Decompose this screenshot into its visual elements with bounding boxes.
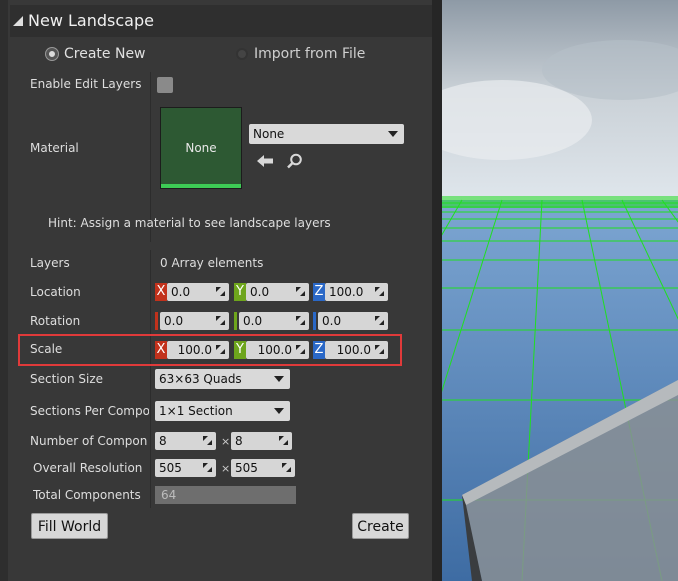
- location-y-axis-label: Y: [234, 283, 246, 301]
- material-thumbnail-text: None: [185, 141, 217, 155]
- location-y-input[interactable]: 0.0: [246, 283, 309, 301]
- times-sign: ×: [221, 462, 231, 475]
- create-new-radio[interactable]: Create New: [46, 46, 146, 62]
- section-title: New Landscape: [28, 11, 154, 30]
- chevron-down-icon: [274, 376, 284, 382]
- material-dropdown-value: None: [253, 127, 285, 141]
- drag-handle-icon: [216, 287, 225, 296]
- collapse-triangle-icon[interactable]: [13, 16, 23, 26]
- use-selected-arrow-icon[interactable]: [256, 153, 274, 169]
- location-x-axis-label: X: [155, 283, 167, 301]
- sections-per-component-dropdown[interactable]: 1×1 Section: [155, 401, 290, 421]
- location-z-axis-label: Z: [313, 283, 325, 301]
- drag-handle-icon: [282, 463, 291, 472]
- layers-value: 0 Array elements: [160, 256, 264, 270]
- rotation-y-value: 0.0: [243, 314, 263, 328]
- radio-unselected-icon: [236, 48, 248, 60]
- drag-handle-icon: [375, 316, 384, 325]
- radio-selected-icon: [46, 48, 58, 60]
- total-components-value: 64: [155, 486, 296, 504]
- rotation-label: Rotation: [30, 314, 81, 328]
- location-x-value: 0.0: [171, 285, 191, 299]
- material-dropdown[interactable]: None: [249, 124, 404, 144]
- resolution-y-value: 505: [235, 461, 258, 475]
- section-size-dropdown[interactable]: 63×63 Quads: [155, 369, 290, 389]
- number-of-components-x-input[interactable]: 8: [155, 432, 216, 450]
- rotation-roll-input[interactable]: 0.0: [160, 312, 229, 330]
- fill-world-button[interactable]: Fill World: [31, 513, 108, 539]
- column-divider[interactable]: [150, 250, 151, 508]
- total-components-label: Total Components: [33, 488, 141, 502]
- rotation-x-axis-marker: [155, 312, 158, 330]
- section-size-value: 63×63 Quads: [159, 372, 242, 386]
- rotation-x-value: 0.0: [164, 314, 184, 328]
- rotation-z-value: 0.0: [322, 314, 342, 328]
- overall-resolution-label: Overall Resolution: [33, 461, 143, 475]
- browse-search-icon[interactable]: [286, 153, 304, 169]
- location-z-input[interactable]: 100.0: [325, 283, 388, 301]
- drag-handle-icon: [375, 287, 384, 296]
- section-header[interactable]: New Landscape: [10, 5, 432, 37]
- resolution-x-value: 505: [159, 461, 182, 475]
- sections-per-component-label: Sections Per Component: [30, 404, 149, 418]
- material-hint-text: Hint: Assign a material to see landscape…: [48, 216, 331, 230]
- layers-label: Layers: [30, 256, 70, 270]
- location-z-value: 100.0: [329, 285, 364, 299]
- number-of-components-y-input[interactable]: 8: [231, 432, 292, 450]
- sections-per-component-value: 1×1 Section: [159, 404, 233, 418]
- viewport-scene: [442, 0, 678, 581]
- location-label: Location: [30, 285, 81, 299]
- enable-edit-layers-checkbox[interactable]: [157, 77, 173, 93]
- drag-handle-icon: [296, 287, 305, 296]
- panel-left-edge: [0, 0, 8, 581]
- overall-resolution-x-input[interactable]: 505: [155, 459, 216, 477]
- components-x-value: 8: [159, 434, 167, 448]
- drag-handle-icon: [296, 316, 305, 325]
- rotation-y-axis-marker: [234, 312, 237, 330]
- drag-handle-icon: [203, 436, 212, 445]
- rotation-z-axis-marker: [313, 312, 316, 330]
- chevron-down-icon: [388, 131, 398, 137]
- import-from-file-radio[interactable]: Import from File: [236, 46, 365, 62]
- enable-edit-layers-label: Enable Edit Layers: [30, 77, 142, 91]
- section-size-label: Section Size: [30, 372, 104, 386]
- material-type-bar: [161, 184, 241, 188]
- location-y-value: 0.0: [250, 285, 270, 299]
- material-thumbnail[interactable]: None: [160, 107, 242, 189]
- scale-highlight-box: [18, 334, 402, 366]
- import-from-file-label: Import from File: [254, 46, 366, 62]
- drag-handle-icon: [203, 463, 212, 472]
- components-y-value: 8: [235, 434, 243, 448]
- level-viewport[interactable]: [442, 0, 678, 581]
- create-new-label: Create New: [64, 46, 146, 62]
- create-button[interactable]: Create: [352, 513, 409, 539]
- overall-resolution-y-input[interactable]: 505: [231, 459, 295, 477]
- chevron-down-icon: [274, 408, 284, 414]
- times-sign: ×: [221, 435, 231, 448]
- rotation-yaw-input[interactable]: 0.0: [318, 312, 388, 330]
- location-x-input[interactable]: 0.0: [167, 283, 229, 301]
- number-of-components-label: Number of Components: [30, 434, 148, 448]
- material-label: Material: [30, 141, 79, 155]
- drag-handle-icon: [279, 436, 288, 445]
- panel-scrollbar-track[interactable]: [432, 0, 442, 581]
- drag-handle-icon: [216, 316, 225, 325]
- rotation-pitch-input[interactable]: 0.0: [239, 312, 309, 330]
